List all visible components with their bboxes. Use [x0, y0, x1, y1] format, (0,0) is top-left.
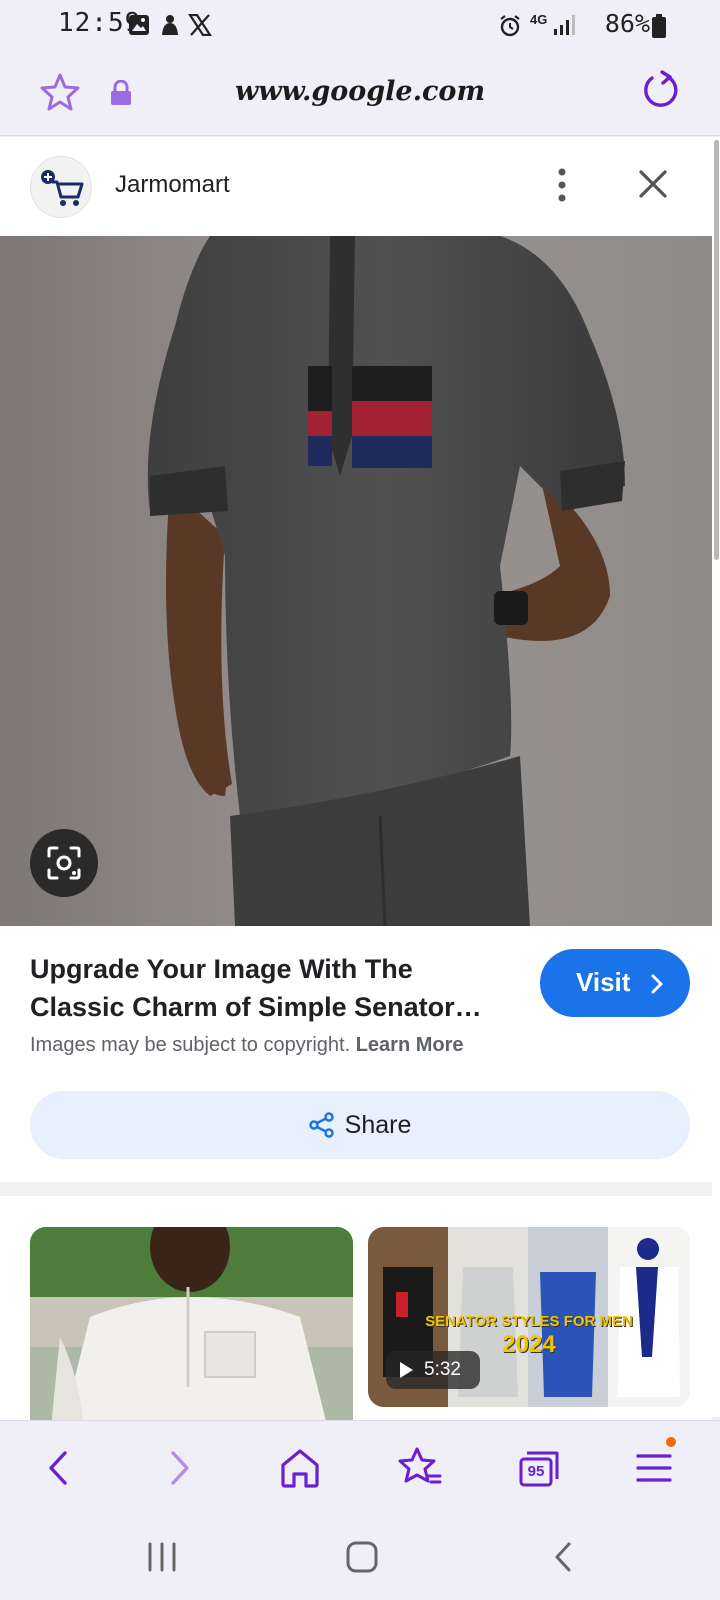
system-nav-bar [0, 1514, 720, 1600]
related-images: SENATOR STYLES FOR MEN 2024 5:32 [0, 1196, 712, 1420]
notification-icon [162, 15, 178, 35]
network-type: 4G [530, 12, 548, 27]
battery-percent: 86% [604, 9, 650, 38]
battery-icon [652, 14, 666, 38]
scrollbar-thumb[interactable] [714, 140, 719, 560]
copyright-note: Images may be subject to copyright. Lear… [30, 1034, 464, 1057]
share-icon [308, 1112, 334, 1138]
url-bar: www.google.com [0, 52, 720, 136]
notification-dot [666, 1437, 676, 1447]
alarm-icon [500, 15, 520, 37]
result-info: Upgrade Your Image With The Classic Char… [0, 926, 712, 1182]
menu-button[interactable] [630, 1437, 680, 1493]
gallery-icon [129, 15, 149, 35]
lens-icon [47, 846, 81, 880]
home-icon[interactable] [275, 1443, 325, 1493]
browser-toolbar: 95 [0, 1420, 720, 1514]
reload-icon[interactable] [640, 70, 680, 110]
chevron-right-icon [651, 974, 663, 994]
x-icon [188, 14, 212, 36]
tab-count: 95 [527, 1463, 545, 1480]
back-nav-icon[interactable] [546, 1540, 582, 1574]
site-header: Jarmomart [0, 137, 712, 236]
related-video-1[interactable]: SENATOR STYLES FOR MEN 2024 5:32 [368, 1227, 690, 1407]
related-image-1[interactable] [30, 1227, 353, 1420]
close-icon[interactable] [636, 167, 670, 201]
menu-icon [636, 1454, 672, 1482]
site-logo[interactable] [30, 156, 92, 218]
section-divider [0, 1182, 712, 1196]
duration-label: 5:32 [424, 1359, 461, 1380]
site-logo-cart-icon [41, 170, 84, 206]
tabs-button[interactable]: 95 [515, 1443, 565, 1493]
video-duration: 5:32 [386, 1351, 480, 1389]
result-image[interactable] [0, 236, 712, 926]
senator-outfit-photo [0, 236, 712, 926]
visit-label: Visit [576, 967, 631, 997]
recent-apps-icon[interactable] [144, 1540, 180, 1574]
status-bar: 12:59 4G 86% [0, 0, 720, 52]
lens-button[interactable] [30, 829, 98, 897]
result-title[interactable]: Upgrade Your Image With The Classic Char… [30, 950, 510, 1026]
back-icon[interactable] [34, 1443, 84, 1493]
play-icon [400, 1362, 413, 1378]
white-kaftan-photo [30, 1227, 353, 1420]
share-label: Share [344, 1111, 412, 1139]
bookmarks-icon[interactable] [395, 1443, 445, 1493]
forward-icon[interactable] [154, 1443, 204, 1493]
more-vert-icon[interactable] [548, 165, 576, 205]
visit-button[interactable]: Visit [540, 949, 690, 1017]
home-nav-icon[interactable] [344, 1540, 380, 1574]
learn-more-link[interactable]: Learn More [356, 1034, 464, 1056]
video-caption: SENATOR STYLES FOR MEN [425, 1313, 633, 1330]
site-name[interactable]: Jarmomart [115, 171, 230, 199]
signal-icon [554, 15, 575, 35]
copyright-text: Images may be subject to copyright. [30, 1034, 351, 1056]
url-text[interactable]: www.google.com [0, 76, 720, 107]
share-button[interactable]: Share [30, 1091, 690, 1159]
